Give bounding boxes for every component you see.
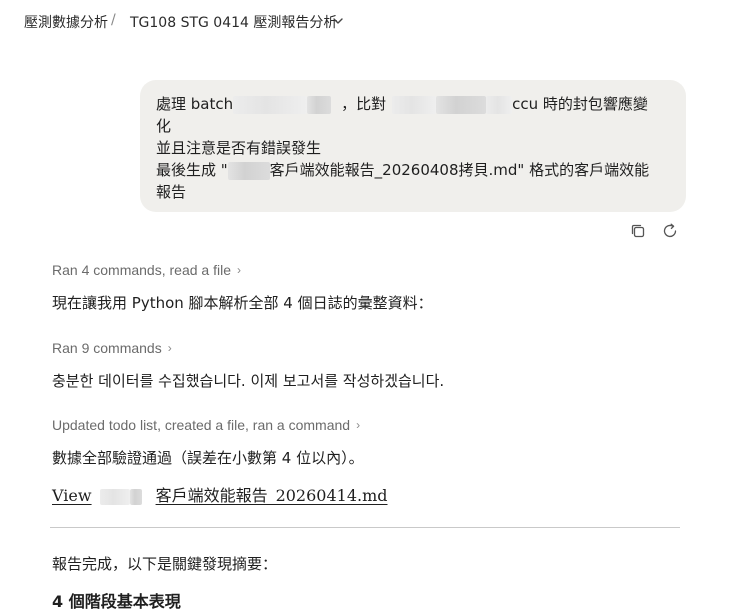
redacted-text xyxy=(392,95,437,114)
divider xyxy=(50,527,680,528)
redacted-text xyxy=(129,488,142,505)
tool-step-summary[interactable]: Ran 9 commands › xyxy=(52,340,172,356)
tool-step-label: Ran 9 commands xyxy=(52,340,162,356)
tool-step-summary[interactable]: Ran 4 commands, read a file › xyxy=(52,262,241,278)
redacted-text xyxy=(436,95,487,114)
user-message-line: 並且注意是否有錯誤發生 xyxy=(156,139,322,157)
breadcrumb-project[interactable]: 壓測數據分析 xyxy=(24,12,108,32)
redacted-text xyxy=(307,95,332,114)
section-heading: 4 個階段基本表現 xyxy=(52,592,181,611)
user-message-text: 最後生成 " xyxy=(156,161,228,179)
assistant-text: 충분한 데이터를 수집했습니다. 이제 보고서를 작성하겠습니다. xyxy=(52,372,445,390)
user-message-line: 化 xyxy=(156,117,172,135)
chevron-down-icon[interactable] xyxy=(331,14,345,28)
message-actions xyxy=(629,222,679,240)
top-bar: 壓測數據分析 / TG108 STG 0414 壓測報告分析 xyxy=(0,0,740,42)
file-link-name: 客戶端效能報告_20260414.md xyxy=(155,486,388,505)
breadcrumb-separator: / xyxy=(111,12,116,28)
copy-icon[interactable] xyxy=(629,222,647,240)
user-message-bubble: 處理 batch ，比對 ccu 時的封包響應變 化 並且注意是否有錯誤發生 最後生… xyxy=(140,80,686,212)
summary-intro: 報告完成，以下是關鍵發現摘要： xyxy=(52,555,278,573)
tool-step-summary[interactable]: Updated todo list, created a file, ran a… xyxy=(52,417,360,433)
tool-step-label: Updated todo list, created a file, ran a… xyxy=(52,417,351,433)
file-link[interactable]: View 客戶端效能報告_20260414.md xyxy=(52,482,388,506)
user-message-text: ，比對 xyxy=(341,95,387,113)
user-message-line: 最後生成 " 客戶端效能報告_20260408拷貝.md" 格式的客戶端效能 xyxy=(156,159,668,181)
assistant-text: 數據全部驗證通過（誤差在小數第 4 位以內）。 xyxy=(52,449,364,467)
user-message-text: 客戶端效能報告_20260408拷貝.md" 格式的客戶端效能 xyxy=(269,161,650,179)
chevron-right-icon: › xyxy=(167,341,172,355)
assistant-text: 現在讓我用 Python 腳本解析全部 4 個日誌的彙整資料： xyxy=(52,294,433,312)
chevron-right-icon: › xyxy=(356,418,361,432)
file-link-prefix: View xyxy=(52,486,92,505)
redacted-text xyxy=(227,161,270,180)
chevron-right-icon: › xyxy=(236,263,241,277)
user-message-line: 報告 xyxy=(156,183,187,201)
retry-icon[interactable] xyxy=(661,222,679,240)
user-message-text: 處理 batch xyxy=(156,95,234,113)
redacted-text xyxy=(99,488,130,505)
conversation-title[interactable]: TG108 STG 0414 壓測報告分析 xyxy=(130,12,337,32)
redacted-text xyxy=(233,95,308,114)
tool-step-label: Ran 4 commands, read a file xyxy=(52,262,231,278)
user-message-line: 處理 batch ，比對 ccu 時的封包響應變 xyxy=(156,93,668,115)
user-message-text: ccu 時的封包響應變 xyxy=(512,95,648,113)
redacted-text xyxy=(486,95,513,114)
